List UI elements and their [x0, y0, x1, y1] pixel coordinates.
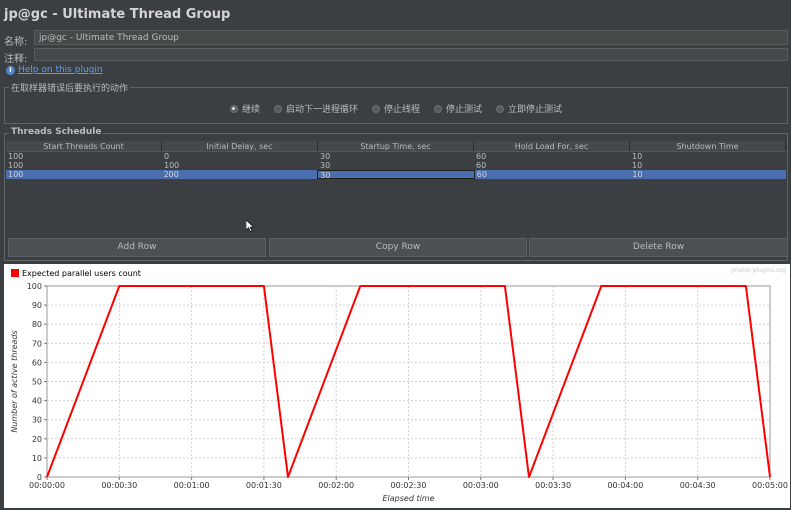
window-title: jp@gc - Ultimate Thread Group [4, 7, 231, 22]
y-tick-label: 20 [32, 435, 42, 444]
legend-label: Expected parallel users count [22, 269, 141, 278]
table-cell[interactable]: 30 [318, 152, 474, 161]
copy-row-button[interactable]: Copy Row [269, 238, 527, 257]
name-input[interactable]: jp@gc - Ultimate Thread Group [34, 30, 788, 45]
sampler-error-group: 在取样器错误后要执行的动作 继续 启动下一进程循环 停止线程 停止测试 立即停止测试 [4, 81, 788, 124]
table-row[interactable]: 100 100 30 60 10 [6, 161, 786, 170]
help-link-text[interactable]: Help on this plugin [18, 65, 103, 75]
table-cell[interactable]: 60 [474, 161, 630, 170]
delete-row-button[interactable]: Delete Row [529, 238, 788, 257]
x-tick-label: 00:01:00 [174, 481, 210, 490]
table-cell[interactable]: 200 [162, 170, 318, 179]
table-cell[interactable]: 60 [475, 170, 631, 179]
x-tick-label: 00:01:30 [246, 481, 282, 490]
radio-label: 停止线程 [383, 105, 420, 115]
column-header[interactable]: Shutdown Time [630, 141, 786, 151]
x-tick-label: 00:02:30 [391, 481, 427, 490]
table-cell[interactable]: 100 [6, 170, 162, 179]
table-cell[interactable]: 10 [630, 170, 786, 179]
radio-option-2[interactable]: 停止线程 [371, 102, 420, 115]
table-row[interactable]: 100 0 30 60 10 [6, 152, 786, 161]
x-axis-label: Elapsed time [382, 494, 434, 503]
x-tick-label: 00:02:00 [318, 481, 354, 490]
table-cell[interactable]: 30 [318, 161, 474, 170]
y-axis-label: Number of active threads [10, 330, 19, 432]
y-tick-label: 90 [32, 301, 42, 310]
mouse-pointer-icon [246, 220, 254, 232]
y-tick-label: 0 [37, 473, 42, 482]
active-threads-chart: 00:00:00 00:00:30 00:01:00 00:01:30 00:02:00… [4, 264, 790, 508]
radio-button-icon[interactable] [273, 104, 282, 113]
comment-input[interactable] [34, 48, 788, 61]
radio-label: 继续 [241, 105, 260, 115]
radio-button-icon[interactable] [496, 104, 505, 113]
table-cell[interactable]: 10 [630, 161, 786, 170]
chart-svg: 00:00:00 00:00:30 00:01:00 00:01:30 00:02:00… [10, 267, 788, 503]
y-tick-label: 40 [32, 397, 42, 406]
sampler-error-legend: 在取样器错误后要执行的动作 [9, 81, 131, 94]
comment-label: 注释: [4, 54, 28, 65]
y-tick-label: 30 [32, 416, 42, 425]
schedule-table-empty-area[interactable] [6, 179, 786, 229]
schedule-table-header: Start Threads Count Initial Delay, sec Sta… [6, 141, 786, 152]
radio-option-0[interactable]: 继续 [229, 102, 260, 115]
y-tick-label: 80 [32, 320, 42, 329]
help-link[interactable]: i Help on this plugin [6, 65, 103, 75]
x-tick-label: 00:00:00 [29, 481, 65, 490]
schedule-table[interactable]: Start Threads Count Initial Delay, sec Sta… [6, 141, 786, 229]
column-header[interactable]: Initial Delay, sec [162, 141, 318, 151]
x-tick-label: 00:03:30 [535, 481, 571, 490]
schedule-table-body[interactable]: 100 0 30 60 10 100 100 30 60 10 100 200 30 60 10 [6, 152, 786, 180]
table-cell[interactable]: 60 [474, 152, 630, 161]
name-label: 名称: [4, 37, 28, 48]
table-cell[interactable]: 30 [317, 170, 475, 180]
legend-swatch [11, 269, 19, 277]
watermark-text: jmeter-plugins.org [730, 267, 786, 274]
radio-option-4[interactable]: 立即停止测试 [496, 102, 562, 115]
x-tick-label: 00:04:00 [607, 481, 643, 490]
y-tick-label: 70 [32, 339, 42, 348]
table-cell[interactable]: 100 [6, 152, 162, 161]
y-tick-label: 50 [32, 378, 42, 387]
x-tick-label: 00:05:00 [752, 481, 788, 490]
table-cell[interactable]: 100 [6, 161, 162, 170]
table-cell[interactable]: 0 [162, 152, 318, 161]
radio-label: 启动下一进程循环 [285, 105, 358, 115]
column-header[interactable]: Startup Time, sec [318, 141, 474, 151]
threads-schedule-legend: Threads Schedule [9, 127, 104, 137]
y-tick-label: 60 [32, 358, 42, 367]
radio-button-icon[interactable] [434, 104, 442, 113]
y-tick-label: 100 [27, 282, 42, 291]
radio-button-icon[interactable] [229, 104, 238, 113]
x-tick-label: 00:00:30 [101, 481, 137, 490]
radio-option-1[interactable]: 启动下一进程循环 [273, 102, 358, 115]
info-icon: i [6, 65, 15, 75]
table-row[interactable]: 100 200 30 60 10 [6, 170, 786, 180]
radio-option-3[interactable]: 停止测试 [434, 102, 482, 115]
column-header[interactable]: Hold Load For, sec [474, 141, 630, 151]
radio-button-icon[interactable] [371, 104, 380, 113]
radio-label: 停止测试 [446, 105, 483, 115]
radio-label: 立即停止测试 [508, 105, 563, 115]
y-tick-label: 10 [32, 454, 42, 463]
column-header[interactable]: Start Threads Count [6, 141, 162, 151]
sampler-error-options: 继续 启动下一进程循环 停止线程 停止测试 立即停止测试 [5, 102, 787, 115]
table-cell[interactable]: 10 [630, 152, 786, 161]
x-tick-label: 00:04:30 [680, 481, 716, 490]
table-cell[interactable]: 100 [162, 161, 318, 170]
x-tick-label: 00:03:00 [463, 481, 499, 490]
add-row-button[interactable]: Add Row [8, 238, 266, 257]
